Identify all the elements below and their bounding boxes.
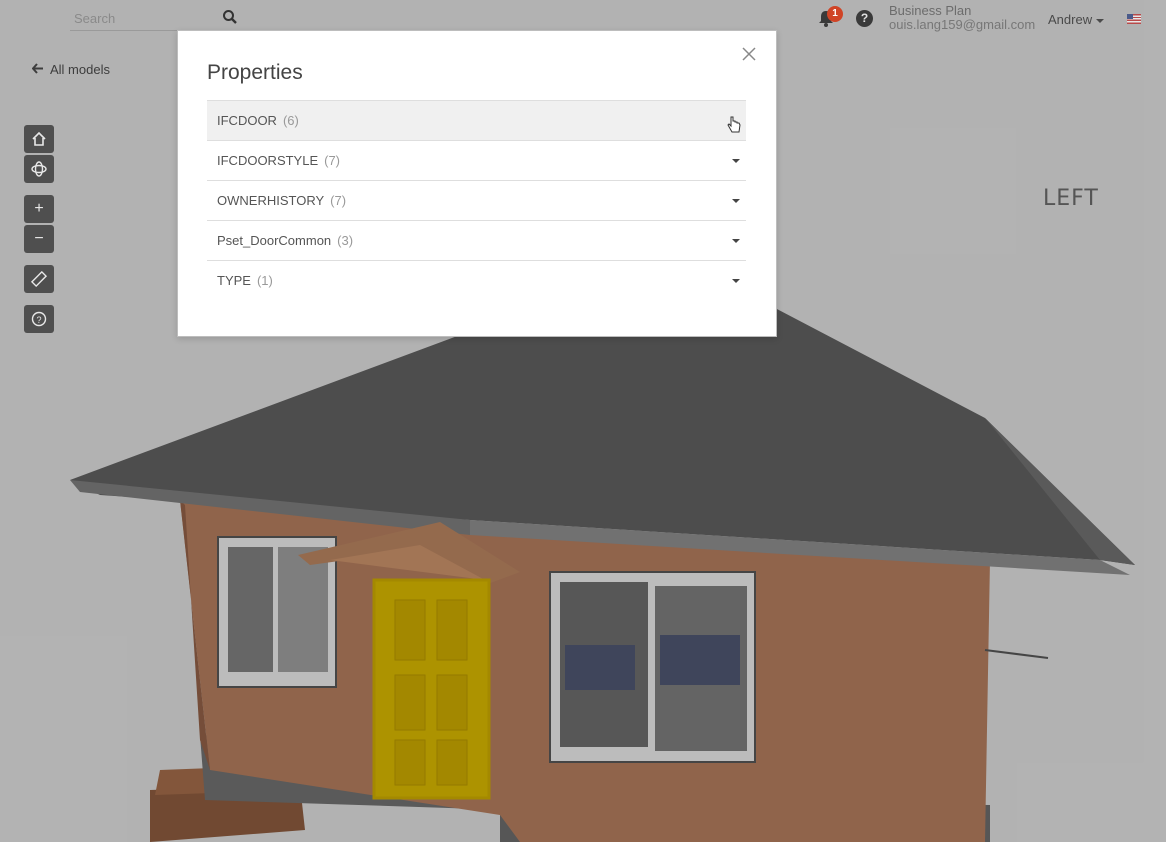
close-icon[interactable] xyxy=(741,46,759,64)
property-group-type[interactable]: TYPE (1) xyxy=(207,260,746,300)
caret-down-icon xyxy=(732,239,740,243)
account-info[interactable]: Business Plan ouis.lang159@gmail.com xyxy=(889,4,1035,32)
svg-text:?: ? xyxy=(36,315,41,325)
us-flag-icon[interactable] xyxy=(1127,14,1141,24)
property-group-count: (7) xyxy=(330,193,347,208)
search-box xyxy=(70,6,250,31)
property-group-count: (3) xyxy=(337,233,354,248)
search-icon[interactable] xyxy=(222,9,240,27)
viewer-help-button[interactable]: ? xyxy=(24,305,54,333)
chevron-down-icon xyxy=(1096,18,1105,23)
property-group-ownerhistory[interactable]: OWNERHISTORY (7) xyxy=(207,180,746,220)
zoom-out-button[interactable]: − xyxy=(24,225,54,253)
property-group-count: (1) xyxy=(256,273,273,288)
properties-modal: Properties IFCDOOR (6) IFCDOORSTYLE (7) OW… xyxy=(177,30,777,337)
property-group-name: IFCDOOR xyxy=(217,113,277,128)
ruler-icon xyxy=(30,270,48,291)
help-icon[interactable]: ? xyxy=(856,10,873,27)
hand-cursor-icon xyxy=(726,111,742,133)
back-link-label: All models xyxy=(50,62,110,77)
question-circle-icon: ? xyxy=(31,311,47,331)
zoom-in-button[interactable]: + xyxy=(24,195,54,223)
caret-down-icon xyxy=(732,159,740,163)
account-email: ouis.lang159@gmail.com xyxy=(889,17,1036,32)
caret-down-icon xyxy=(732,279,740,283)
modal-title: Properties xyxy=(207,61,303,84)
orbit-icon xyxy=(31,161,47,181)
property-group-count: (6) xyxy=(282,113,299,128)
user-name: Andrew xyxy=(1048,12,1093,27)
home-view-button[interactable] xyxy=(24,125,54,153)
minus-icon: − xyxy=(34,230,44,247)
account-plan: Business Plan xyxy=(889,3,972,18)
measure-button[interactable] xyxy=(24,265,54,293)
arrow-left-icon xyxy=(31,62,44,77)
plus-icon: + xyxy=(34,200,44,217)
home-icon xyxy=(31,131,47,151)
property-group-name: OWNERHISTORY xyxy=(217,193,325,208)
property-group-ifcdoorstyle[interactable]: IFCDOORSTYLE (7) xyxy=(207,140,746,180)
caret-down-icon xyxy=(732,199,740,203)
property-group-count: (7) xyxy=(324,153,341,168)
property-groups-list: IFCDOOR (6) IFCDOORSTYLE (7) OWNERHISTORY (… xyxy=(207,100,746,300)
property-group-name: IFCDOORSTYLE xyxy=(217,153,319,168)
user-menu[interactable]: Andrew xyxy=(1048,12,1105,27)
view-cube[interactable]: LEFT xyxy=(1040,150,1130,220)
orbit-button[interactable] xyxy=(24,155,54,183)
back-to-models-link[interactable]: All models xyxy=(31,62,110,77)
notification-badge: 1 xyxy=(827,6,843,22)
property-group-name: Pset_DoorCommon xyxy=(217,233,332,248)
search-input[interactable] xyxy=(70,6,224,30)
property-group-name: TYPE xyxy=(217,273,251,288)
property-group-pset-doorcommon[interactable]: Pset_DoorCommon (3) xyxy=(207,220,746,260)
view-cube-face-left[interactable]: LEFT xyxy=(1043,186,1099,211)
property-group-ifcdoor[interactable]: IFCDOOR (6) xyxy=(207,100,746,140)
